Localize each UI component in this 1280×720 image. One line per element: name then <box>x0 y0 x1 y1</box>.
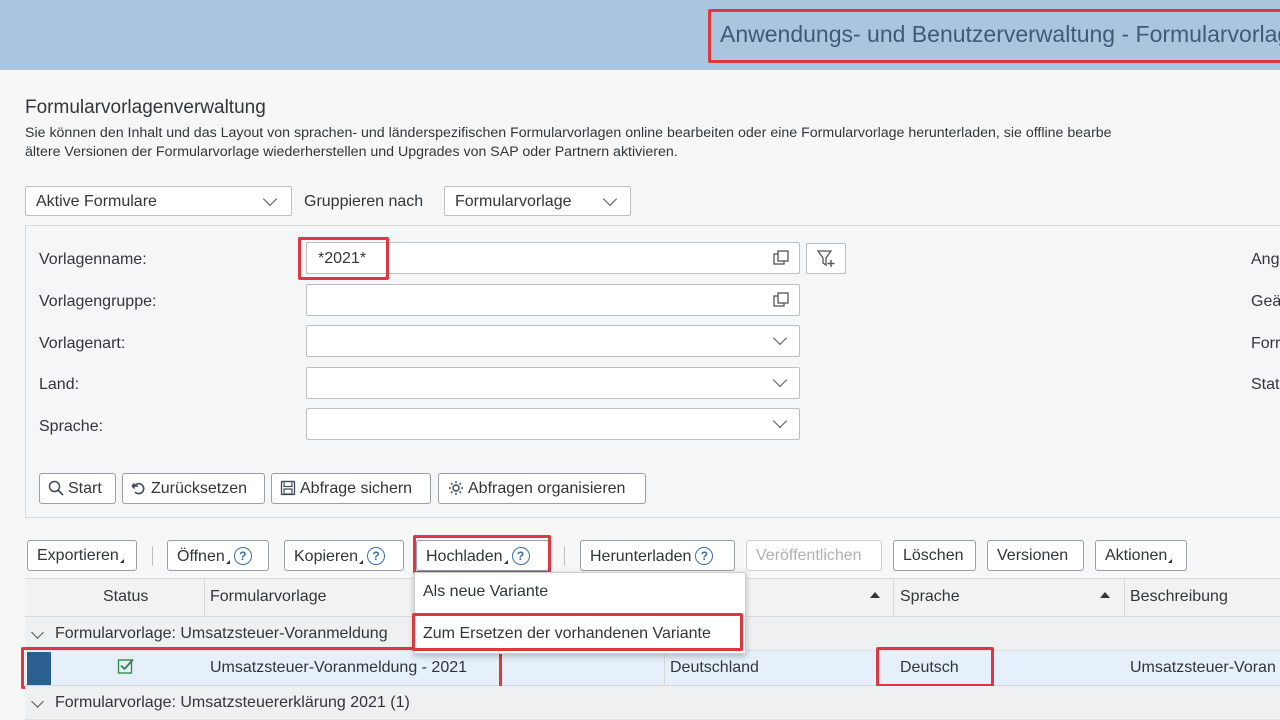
template-name-input[interactable]: *2021* <box>306 242 800 274</box>
column-header-template[interactable]: Formularvorlage <box>210 588 326 606</box>
search-icon <box>48 480 64 496</box>
language-label: Sprache: <box>39 418 104 435</box>
download-button-label: Herunterladen <box>590 548 692 565</box>
page-title: Formularvorlagenverwaltung <box>25 97 266 118</box>
open-button[interactable]: Öffnen? <box>167 540 269 571</box>
row-country: Deutschland <box>670 659 759 676</box>
sort-ascending-icon[interactable] <box>870 592 880 598</box>
upload-menu: Als neue Variante Zum Ersetzen der vorha… <box>414 572 746 654</box>
column-divider <box>664 651 665 686</box>
delete-button[interactable]: Löschen <box>893 540 976 571</box>
menu-indicator-icon <box>119 559 124 563</box>
group-header-label: Formularvorlage: Umsatzsteuererklärung 2… <box>55 694 410 711</box>
save-icon <box>280 480 296 496</box>
chevron-down-icon <box>772 372 788 388</box>
chevron-down-icon <box>772 413 788 429</box>
organize-queries-button-label: Abfragen organisieren <box>468 480 626 497</box>
template-type-label: Vorlagenart: <box>39 335 126 352</box>
template-name-label: Vorlagenname: <box>39 251 147 268</box>
reset-icon <box>131 482 145 495</box>
start-button-label: Start <box>68 480 102 497</box>
export-button-label: Exportieren <box>37 547 119 564</box>
menu-indicator-icon <box>359 560 364 564</box>
add-filter-button[interactable] <box>806 243 846 274</box>
toolbar-separator <box>564 546 565 566</box>
help-icon[interactable]: ? <box>367 547 386 565</box>
reset-button[interactable]: Zurücksetzen <box>122 473 265 504</box>
help-icon[interactable]: ? <box>233 547 252 565</box>
country-select[interactable] <box>306 367 800 399</box>
template-name-value: *2021* <box>318 250 367 267</box>
chevron-down-icon <box>772 330 788 346</box>
app-title: Anwendungs- und Benutzerverwaltung - For… <box>720 21 1280 47</box>
save-query-button-label: Abfrage sichern <box>300 480 413 497</box>
save-query-button[interactable]: Abfrage sichern <box>271 473 431 504</box>
group-by-value: Formularvorlage <box>455 193 572 210</box>
help-icon[interactable]: ? <box>695 547 714 565</box>
right-filter-label: Geä <box>1251 293 1280 310</box>
help-icon[interactable]: ? <box>511 547 530 565</box>
versions-button[interactable]: Versionen <box>987 540 1084 571</box>
actions-button-label: Aktionen <box>1105 547 1168 564</box>
open-button-label: Öffnen <box>177 548 225 565</box>
group-header-label: Formularvorlage: Umsatzsteuer-Voranmeldu… <box>55 625 388 642</box>
column-header-language[interactable]: Sprache <box>900 588 960 606</box>
menu-indicator-icon <box>225 560 230 564</box>
actions-button[interactable]: Aktionen <box>1095 540 1187 571</box>
organize-queries-button[interactable]: Abfragen organisieren <box>438 473 646 504</box>
reset-button-label: Zurücksetzen <box>151 480 248 497</box>
view-select[interactable]: Aktive Formulare <box>25 186 292 216</box>
row-description: Umsatzsteuer-Voran <box>1130 659 1276 676</box>
value-help-icon[interactable] <box>773 292 789 308</box>
publish-button-label: Veröffentlichen <box>756 547 862 564</box>
right-filter-label: Ang <box>1251 251 1280 268</box>
upload-button-label: Hochladen <box>426 548 503 565</box>
column-divider <box>1124 578 1125 617</box>
group-by-label: Gruppieren nach <box>304 193 424 210</box>
menu-indicator-icon <box>1168 559 1173 563</box>
language-select[interactable] <box>306 408 800 440</box>
right-filter-label: Stat <box>1251 376 1280 393</box>
template-type-select[interactable] <box>306 325 800 357</box>
column-header-status[interactable]: Status <box>103 588 148 606</box>
chevron-down-icon <box>602 191 618 207</box>
menu-item-new-variant[interactable]: Als neue Variante <box>423 583 548 601</box>
page-description-line1: Sie können den Inhalt und das Layout von… <box>25 125 1112 141</box>
column-divider <box>893 578 894 617</box>
chevron-down-icon <box>262 191 278 207</box>
publish-button[interactable]: Veröffentlichen <box>746 540 882 571</box>
download-button[interactable]: Herunterladen? <box>580 540 735 571</box>
row-language: Deutsch <box>900 659 959 676</box>
row-template-name[interactable]: Umsatzsteuer-Voranmeldung - 2021 <box>210 659 467 677</box>
delete-button-label: Löschen <box>903 547 964 564</box>
settings-icon <box>449 481 463 495</box>
country-label: Land: <box>39 376 80 393</box>
sort-ascending-icon[interactable] <box>1100 592 1110 598</box>
toolbar-separator <box>152 546 153 566</box>
template-group-input[interactable] <box>306 284 800 316</box>
menu-item-replace-variant[interactable]: Zum Ersetzen der vorhandenen Variante <box>423 625 711 643</box>
view-select-value: Aktive Formulare <box>36 193 157 210</box>
value-help-icon[interactable] <box>773 250 789 266</box>
status-active-icon <box>117 658 134 674</box>
page-description-line2: ältere Versionen der Formularvorlage wie… <box>25 144 678 160</box>
copy-button-label: Kopieren <box>294 548 359 565</box>
column-divider <box>204 578 205 617</box>
copy-button[interactable]: Kopieren? <box>284 540 404 571</box>
upload-button[interactable]: Hochladen? <box>416 540 549 571</box>
filter-add-icon <box>817 250 835 267</box>
row-selection-marker[interactable] <box>27 652 51 685</box>
start-button[interactable]: Start <box>39 473 116 504</box>
menu-indicator-icon <box>503 560 508 564</box>
right-filter-label: Forr <box>1251 335 1280 352</box>
export-button[interactable]: Exportieren <box>27 540 137 571</box>
versions-button-label: Versionen <box>997 547 1069 564</box>
template-group-label: Vorlagengruppe: <box>39 293 157 310</box>
group-by-select[interactable]: Formularvorlage <box>444 186 631 216</box>
column-header-description[interactable]: Beschreibung <box>1130 588 1228 606</box>
